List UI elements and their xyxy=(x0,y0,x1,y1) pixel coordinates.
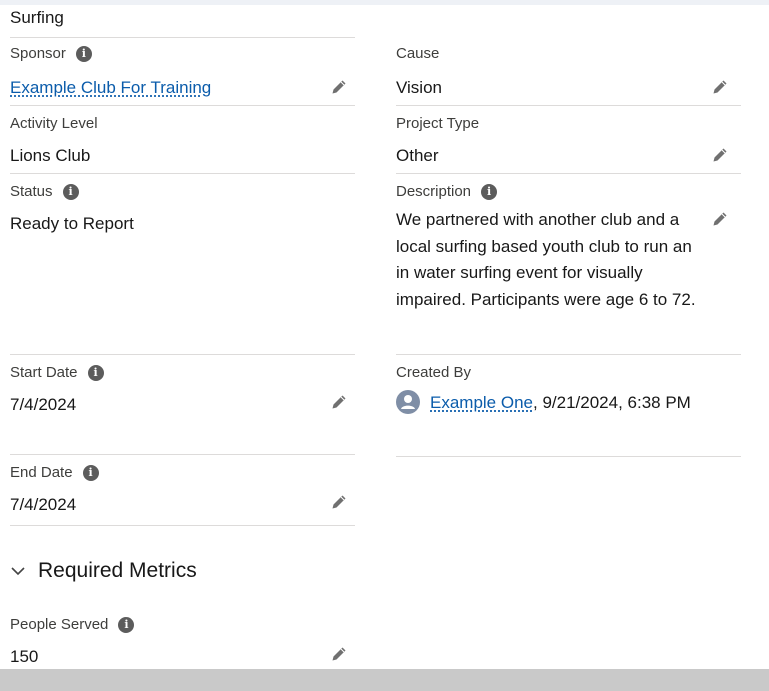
section-title: Required Metrics xyxy=(38,559,197,582)
activity-level-label: Activity Level xyxy=(10,115,98,132)
start-date-label: Start Date i xyxy=(10,364,104,382)
start-date-field: Start Date i 7/4/2024 xyxy=(10,364,355,455)
cause-value: Vision xyxy=(396,78,442,97)
created-by-label: Created By xyxy=(396,364,472,381)
status-field: Status i Ready to Report xyxy=(10,183,355,355)
sponsor-link[interactable]: Example Club For Training xyxy=(10,75,211,100)
project-type-field: Project Type Other xyxy=(396,115,741,174)
chevron-down-icon xyxy=(10,563,26,579)
end-date-field: End Date i 7/4/2024 xyxy=(10,464,355,526)
bottom-footer-band xyxy=(0,669,769,691)
info-icon[interactable]: i xyxy=(75,46,92,62)
info-icon[interactable]: i xyxy=(87,365,104,381)
activity-level-value: Lions Club xyxy=(10,146,91,165)
required-metrics-section-toggle[interactable]: Required Metrics xyxy=(10,559,197,583)
info-icon[interactable]: i xyxy=(118,617,135,633)
created-by-timestamp: , 9/21/2024, 6:38 PM xyxy=(533,393,691,412)
people-served-value: 150 xyxy=(10,647,39,666)
activity-level-field: Activity Level Lions Club xyxy=(10,115,355,174)
end-date-value: 7/4/2024 xyxy=(10,495,77,514)
pencil-icon[interactable] xyxy=(331,494,347,510)
created-by-field: Created By Example One, 9/21/2024, 6:38 … xyxy=(396,364,741,457)
record-name-field: Surfing xyxy=(10,0,355,38)
pencil-icon[interactable] xyxy=(331,79,347,95)
status-value: Ready to Report xyxy=(10,214,134,233)
project-type-label: Project Type xyxy=(396,115,480,132)
user-avatar-icon xyxy=(396,390,420,414)
info-icon[interactable]: i xyxy=(62,184,79,200)
people-served-label: People Served i xyxy=(10,616,135,634)
cause-field: Cause Vision xyxy=(396,45,741,106)
people-served-field: People Served i 150 xyxy=(10,616,355,669)
pencil-icon[interactable] xyxy=(712,147,728,163)
description-value: We partnered with another club and a loc… xyxy=(396,210,696,309)
sponsor-field: Sponsor i Example Club For Training xyxy=(10,45,355,106)
start-date-value: 7/4/2024 xyxy=(10,395,77,414)
sponsor-label: Sponsor i xyxy=(10,45,92,63)
pencil-icon[interactable] xyxy=(331,394,347,410)
description-label: Description i xyxy=(396,183,498,201)
cause-label: Cause xyxy=(396,45,440,62)
record-name: Surfing xyxy=(10,8,64,27)
pencil-icon[interactable] xyxy=(712,79,728,95)
status-label: Status i xyxy=(10,183,79,201)
project-type-value: Other xyxy=(396,146,439,165)
created-by-value: Example One, 9/21/2024, 6:38 PM xyxy=(396,388,731,418)
created-by-user-link[interactable]: Example One xyxy=(430,393,533,412)
description-field: Description i We partnered with another … xyxy=(396,183,741,355)
info-icon[interactable]: i xyxy=(82,465,99,481)
info-icon[interactable]: i xyxy=(481,184,498,200)
record-detail-panel: Surfing Sponsor i Example Club For Train… xyxy=(0,0,769,691)
end-date-label: End Date i xyxy=(10,464,99,482)
pencil-icon[interactable] xyxy=(712,211,728,227)
pencil-icon[interactable] xyxy=(331,646,347,662)
